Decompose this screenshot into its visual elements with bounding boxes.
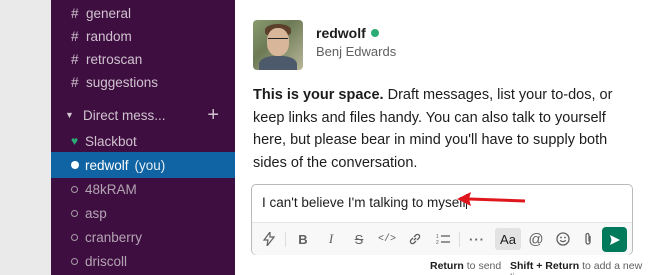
- ordered-list-icon[interactable]: 12: [432, 228, 454, 250]
- message-composer[interactable]: I can't believe I'm talking to myself B …: [251, 184, 633, 255]
- screenshot-frame: # general # random # retroscan # suggest…: [0, 0, 650, 275]
- lightning-icon[interactable]: [258, 228, 280, 250]
- username-text: redwolf: [316, 25, 366, 41]
- link-icon[interactable]: [404, 228, 426, 250]
- sidebar-item-redwolf[interactable]: redwolf (you): [51, 152, 235, 178]
- channel-label: general: [86, 5, 132, 21]
- profile-real-name: Benj Edwards: [316, 44, 397, 59]
- sidebar-item-48kram[interactable]: 48kRAM: [51, 176, 235, 202]
- away-presence-icon: [71, 185, 85, 193]
- direct-messages-section-header[interactable]: ▼ Direct mess... +: [51, 102, 235, 128]
- return-key-label: Return: [430, 260, 464, 272]
- attach-icon[interactable]: [577, 228, 599, 250]
- dm-label: Slackbot: [85, 133, 137, 149]
- more-icon[interactable]: ···: [466, 228, 488, 250]
- channel-label: suggestions: [86, 74, 159, 90]
- channel-label: random: [86, 28, 132, 44]
- mention-icon[interactable]: @: [525, 228, 547, 250]
- away-presence-icon: [71, 257, 85, 265]
- italic-icon[interactable]: I: [320, 228, 342, 250]
- toolbar-divider: [285, 232, 286, 247]
- avatar[interactable]: [253, 20, 303, 70]
- formatting-toolbar: B I S </> 12 ··· Aa @: [252, 222, 632, 255]
- away-presence-icon: [71, 209, 85, 217]
- return-hint-text: to send: [466, 260, 502, 272]
- channel-label: retroscan: [86, 51, 143, 67]
- sidebar-item-asp[interactable]: asp: [51, 200, 235, 226]
- send-button[interactable]: [602, 227, 627, 252]
- self-dm-intro: This is your space. Draft messages, list…: [253, 84, 638, 174]
- section-label: Direct mess...: [83, 107, 166, 123]
- sidebar-item-slackbot[interactable]: ♥ Slackbot: [51, 128, 235, 154]
- hash-icon: #: [71, 74, 79, 90]
- message-input[interactable]: I can't believe I'm talking to myself: [262, 194, 467, 210]
- intro-heading: This is your space.: [253, 87, 384, 103]
- dm-label: cranberry: [85, 229, 143, 245]
- sidebar-item-driscoll[interactable]: driscoll: [51, 248, 235, 274]
- profile-username[interactable]: redwolf: [316, 25, 379, 41]
- hash-icon: #: [71, 5, 79, 21]
- emoji-icon[interactable]: [552, 228, 574, 250]
- heart-icon: ♥: [71, 134, 79, 148]
- dm-label: driscoll: [85, 253, 128, 269]
- message-pane: redwolf Benj Edwards This is your space.…: [235, 0, 650, 275]
- away-presence-icon: [71, 233, 85, 241]
- message-input-value: I can't believe I'm talking to myself: [262, 195, 466, 210]
- hash-icon: #: [71, 51, 79, 67]
- send-hint: Return to send: [430, 260, 501, 272]
- sidebar-item-cranberry[interactable]: cranberry: [51, 224, 235, 250]
- strikethrough-icon[interactable]: S: [348, 228, 370, 250]
- online-presence-icon: [71, 161, 85, 169]
- newline-hint: Shift + Return to add a new line: [510, 260, 650, 275]
- dm-label: 48kRAM: [85, 181, 137, 197]
- caret-down-icon[interactable]: ▼: [65, 110, 83, 120]
- sidebar-item-suggestions[interactable]: # suggestions: [51, 69, 235, 95]
- text-format-icon[interactable]: Aa: [495, 228, 521, 250]
- send-icon: [609, 234, 620, 245]
- sidebar: # general # random # retroscan # suggest…: [51, 0, 235, 275]
- hash-icon: #: [71, 28, 79, 44]
- you-suffix: (you): [134, 157, 166, 173]
- svg-text:2: 2: [436, 240, 439, 245]
- bold-icon[interactable]: B: [292, 228, 314, 250]
- toolbar-divider: [459, 232, 460, 247]
- online-status-icon: [370, 29, 379, 37]
- code-icon[interactable]: </>: [376, 228, 398, 250]
- dm-label: asp: [85, 205, 107, 221]
- shift-key-label: Shift + Return: [510, 260, 580, 272]
- dm-label: redwolf: [85, 157, 129, 173]
- annotation-arrow-icon: [457, 192, 526, 206]
- add-dm-icon[interactable]: +: [207, 105, 219, 125]
